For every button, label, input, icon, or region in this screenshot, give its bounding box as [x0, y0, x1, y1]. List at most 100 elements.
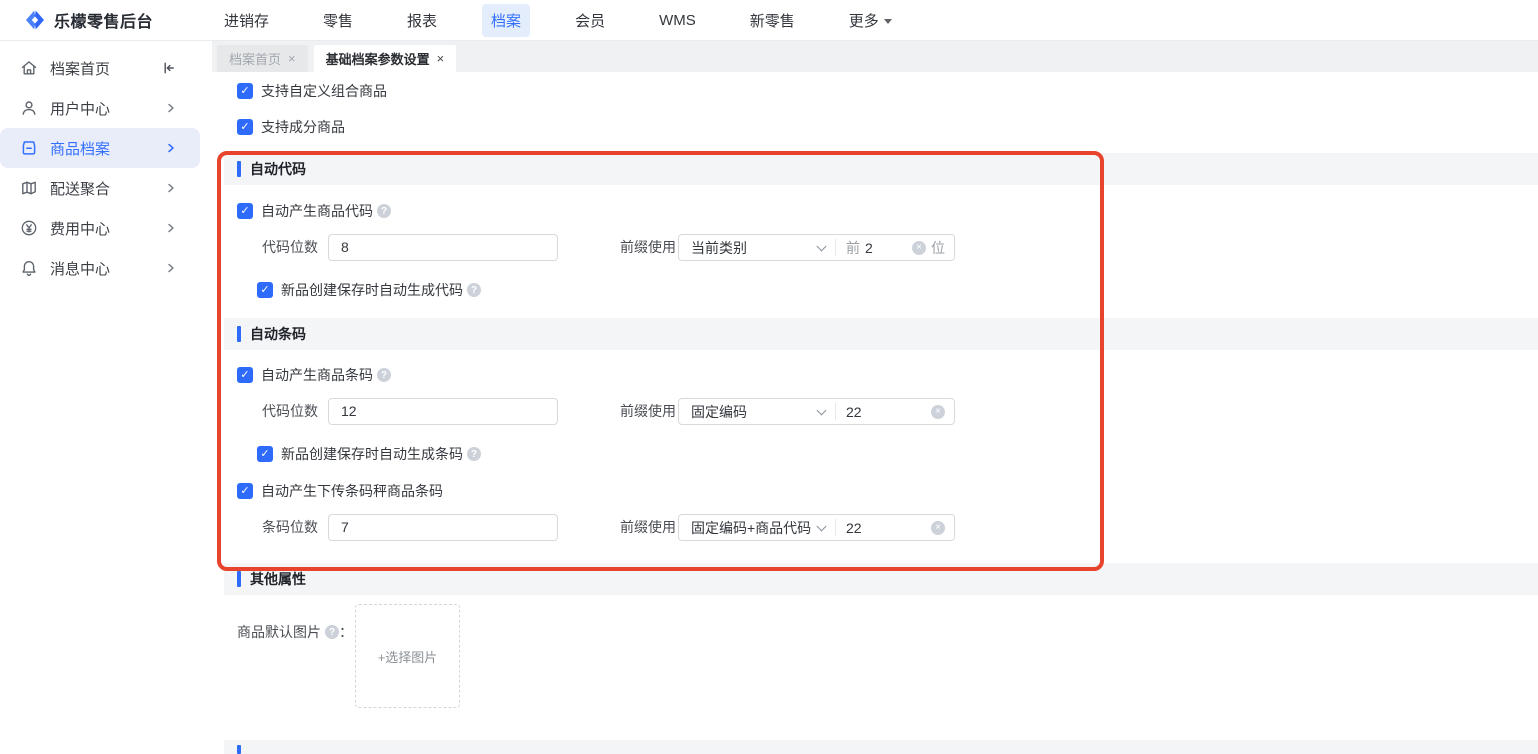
- tab-basic-archive-params[interactable]: 基础档案参数设置 ×: [313, 45, 457, 72]
- nav-item-archive[interactable]: 档案: [482, 3, 531, 37]
- caret-down-icon: [883, 18, 892, 24]
- content-area: ✓ 支持自定义组合商品 ✓ 支持成分商品 自动代码 ✓ 自动产生商品代码 ? 代…: [212, 72, 1538, 754]
- nav-item-member[interactable]: 会员: [566, 4, 614, 37]
- chevron-right-icon: [166, 182, 176, 194]
- checkbox-checked-icon[interactable]: ✓: [237, 83, 253, 99]
- checkbox-checked-icon[interactable]: ✓: [257, 446, 273, 462]
- collapse-sidebar-icon[interactable]: [160, 60, 176, 76]
- section-title: 自动代码: [250, 161, 306, 177]
- main-nav: 进销存 零售 报表 档案 会员 WMS 新零售 更多: [215, 0, 901, 40]
- sidebar-item-archive-home[interactable]: 档案首页: [0, 48, 200, 88]
- checkbox-auto-generate-product-barcode[interactable]: ✓ 自动产生商品条码 ?: [237, 365, 391, 385]
- checkbox-checked-icon[interactable]: ✓: [237, 203, 253, 219]
- prefix-use-label: 前缀使用: [620, 239, 676, 255]
- tab-archive-home[interactable]: 档案首页 ×: [217, 45, 308, 72]
- sidebar-item-product-archive[interactable]: 商品档案: [0, 128, 200, 168]
- sidebar-item-label: 商品档案: [50, 140, 111, 158]
- chevron-right-icon: [166, 102, 176, 114]
- help-icon[interactable]: ?: [377, 204, 391, 218]
- tab-bar: 档案首页 × 基础档案参数设置 ×: [212, 41, 1538, 72]
- checkbox-support-custom-combo[interactable]: ✓ 支持自定义组合商品: [237, 81, 387, 101]
- section-header-partial: [224, 740, 1538, 754]
- barcode-digits-input[interactable]: 12: [328, 398, 558, 425]
- code-prefix-group: 当前类别 前 2 × 位: [678, 234, 955, 261]
- app-logo[interactable]: 乐檬零售后台: [24, 0, 153, 40]
- close-icon[interactable]: ×: [437, 51, 445, 66]
- clear-icon[interactable]: ×: [931, 404, 945, 419]
- chevron-down-icon: [816, 521, 827, 531]
- clear-icon[interactable]: ×: [931, 520, 945, 535]
- code-digits-input[interactable]: 8: [328, 234, 558, 261]
- sidebar-item-label: 用户中心: [50, 100, 111, 118]
- prefix-use-label: 前缀使用: [620, 403, 676, 419]
- checkbox-checked-icon[interactable]: ✓: [237, 367, 253, 383]
- sidebar-item-label: 档案首页: [50, 60, 111, 78]
- section-header-auto-barcode: 自动条码: [224, 318, 1538, 350]
- scale-prefix-type-select[interactable]: 固定编码+商品代码: [679, 515, 835, 540]
- scale-prefix-value-input[interactable]: 22 ×: [836, 515, 954, 540]
- help-icon[interactable]: ?: [467, 447, 481, 461]
- barcode-prefix-type-select[interactable]: 固定编码: [679, 399, 835, 424]
- sidebar-item-label: 费用中心: [50, 220, 111, 238]
- barcode-prefix-value-input[interactable]: 22 ×: [836, 399, 954, 424]
- sidebar-item-delivery-aggregation[interactable]: 配送聚合: [0, 168, 200, 208]
- delivery-icon: [20, 179, 38, 197]
- select-image-upload-box[interactable]: +选择图片: [355, 604, 460, 708]
- checkbox-checked-icon[interactable]: ✓: [257, 282, 273, 298]
- help-icon[interactable]: ?: [467, 283, 481, 297]
- form-row-code-digits: 代码位数 8 前缀使用 当前类别 前 2 × 位: [212, 234, 1538, 261]
- section-header-other-attributes: 其他属性: [224, 563, 1538, 595]
- code-prefix-type-select[interactable]: 当前类别: [679, 235, 835, 260]
- sidebar: 档案首页 用户中心 商品档案 配送聚合 费用中心 消息中心: [0, 41, 212, 754]
- close-icon[interactable]: ×: [288, 51, 296, 66]
- bell-icon: [20, 259, 38, 277]
- nav-item-report[interactable]: 报表: [398, 4, 446, 37]
- section-accent-bar: [237, 745, 241, 754]
- sidebar-item-user-center[interactable]: 用户中心: [0, 88, 200, 128]
- checkbox-support-component-product[interactable]: ✓ 支持成分商品: [237, 117, 345, 137]
- scale-digits-label: 条码位数: [262, 519, 318, 535]
- code-digits-label: 代码位数: [262, 239, 318, 255]
- app-window: 乐檬零售后台 进销存 零售 报表 档案 会员 WMS 新零售 更多 档案首页 用…: [0, 0, 1538, 754]
- barcode-digits-label: 代码位数: [262, 403, 318, 419]
- checkbox-auto-generate-scale-barcode[interactable]: ✓ 自动产生下传条码秤商品条码: [237, 481, 443, 501]
- sidebar-item-message-center[interactable]: 消息中心: [0, 248, 200, 288]
- sidebar-item-label: 配送聚合: [50, 180, 111, 198]
- checkbox-autogen-barcode-on-save[interactable]: ✓ 新品创建保存时自动生成条码 ?: [257, 444, 481, 464]
- code-prefix-count-input[interactable]: 前 2 × 位: [836, 235, 954, 260]
- sidebar-item-expense-center[interactable]: 费用中心: [0, 208, 200, 248]
- nav-item-more[interactable]: 更多: [840, 4, 901, 37]
- prefix-use-label: 前缀使用: [620, 519, 676, 535]
- nav-item-retail[interactable]: 零售: [314, 4, 362, 37]
- default-image-label-row: 商品默认图片 ? ：: [237, 624, 353, 640]
- section-title: 自动条码: [250, 326, 306, 342]
- checkbox-auto-generate-product-code[interactable]: ✓ 自动产生商品代码 ?: [237, 201, 391, 221]
- app-title: 乐檬零售后台: [54, 14, 154, 31]
- nav-item-wms[interactable]: WMS: [650, 6, 705, 35]
- section-accent-bar: [237, 571, 241, 587]
- user-icon: [20, 99, 38, 117]
- nav-item-inventory[interactable]: 进销存: [215, 4, 278, 37]
- fee-icon: [20, 219, 38, 237]
- chevron-right-icon: [166, 222, 176, 234]
- clear-icon[interactable]: ×: [912, 240, 926, 255]
- help-icon[interactable]: ?: [377, 368, 391, 382]
- home-icon: [20, 59, 38, 77]
- nav-item-new-retail[interactable]: 新零售: [741, 4, 804, 37]
- chevron-down-icon: [816, 241, 827, 251]
- scale-digits-input[interactable]: 7: [328, 514, 558, 541]
- section-accent-bar: [237, 161, 241, 177]
- product-icon: [20, 139, 38, 157]
- logo-icon: [24, 9, 46, 31]
- section-accent-bar: [237, 326, 241, 342]
- form-row-scale-barcode-digits: 条码位数 7 前缀使用 固定编码+商品代码 22 ×: [212, 514, 1538, 541]
- chevron-right-icon: [166, 142, 176, 154]
- chevron-right-icon: [166, 262, 176, 274]
- section-header-auto-code: 自动代码: [224, 153, 1538, 185]
- sidebar-item-label: 消息中心: [50, 260, 111, 278]
- help-icon[interactable]: ?: [325, 625, 339, 639]
- checkbox-checked-icon[interactable]: ✓: [237, 483, 253, 499]
- checkbox-checked-icon[interactable]: ✓: [237, 119, 253, 135]
- checkbox-autogen-code-on-save[interactable]: ✓ 新品创建保存时自动生成代码 ?: [257, 280, 481, 300]
- section-title: 其他属性: [250, 571, 306, 587]
